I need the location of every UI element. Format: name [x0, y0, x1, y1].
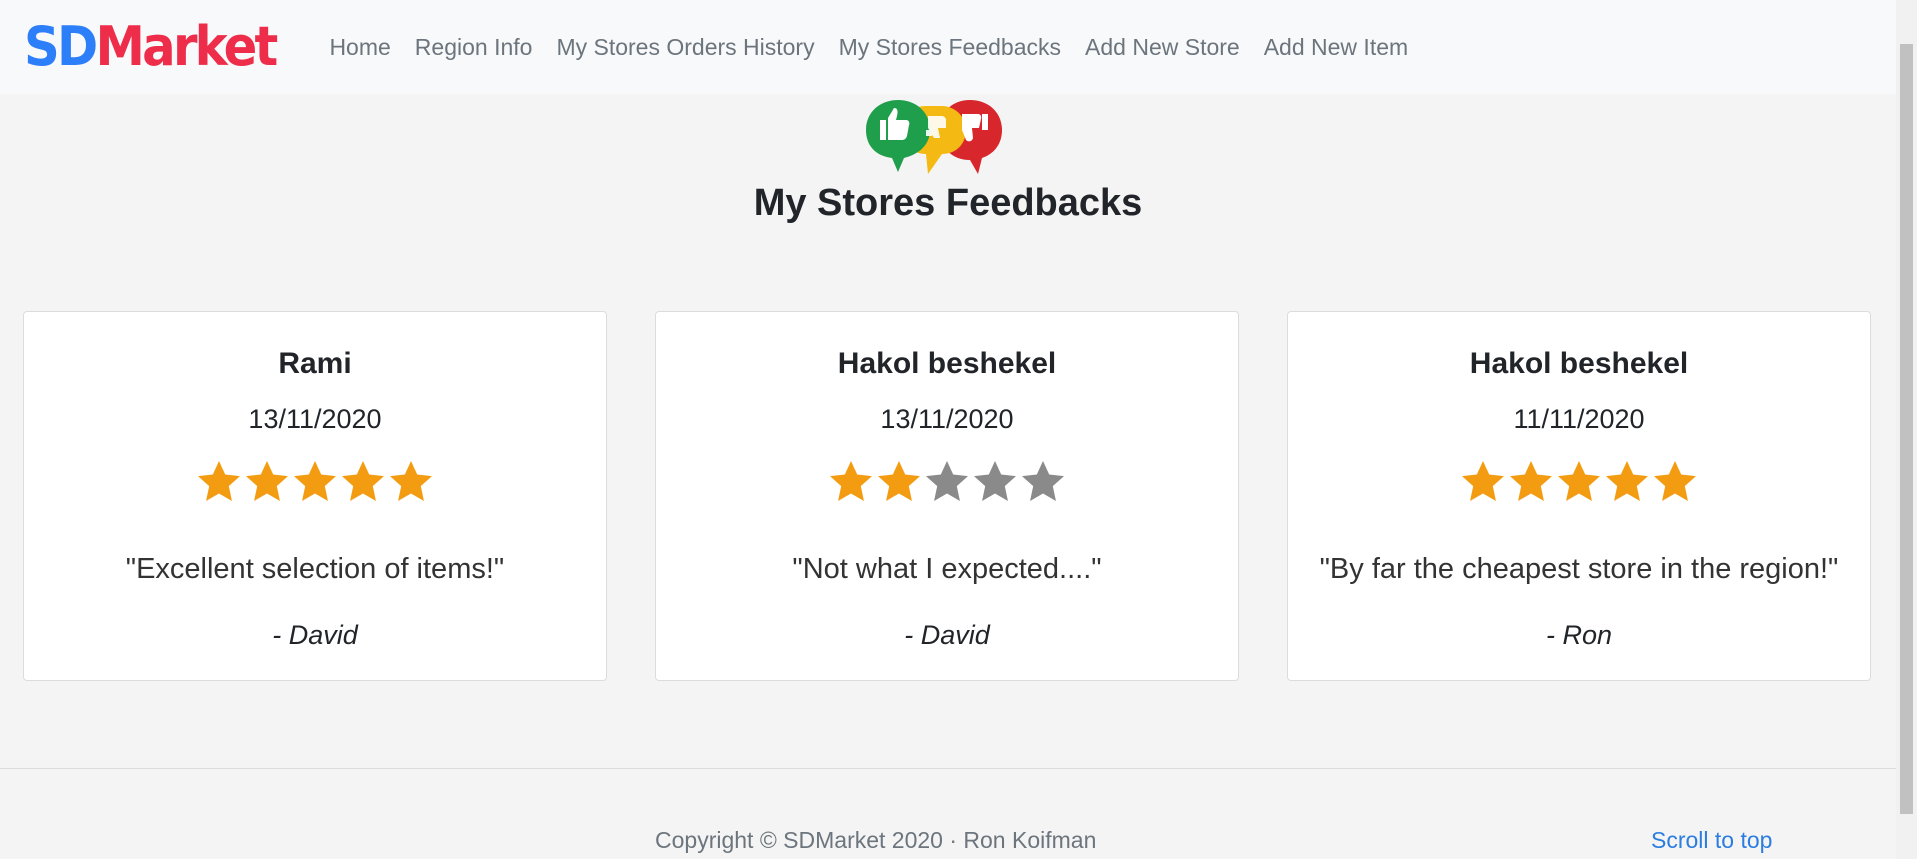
feedback-comment: "Excellent selection of items!": [125, 553, 505, 585]
nav-home[interactable]: Home: [317, 34, 402, 61]
store-name: Hakol beshekel: [1469, 347, 1689, 380]
feedback-card: Rami 13/11/2020 "Excellent selection of …: [23, 311, 607, 681]
nav-region-info[interactable]: Region Info: [403, 34, 545, 61]
footer-divider: [0, 768, 1896, 769]
nav-orders-history[interactable]: My Stores Orders History: [544, 34, 826, 61]
star-filled-icon: [1510, 461, 1552, 501]
top-navbar: SDMarket Home Region Info My Stores Orde…: [0, 0, 1896, 94]
brand-logo-sd: SD: [24, 15, 98, 78]
feedback-card: Hakol beshekel 11/11/2020 "By far the ch…: [1287, 311, 1871, 681]
store-name: Hakol beshekel: [837, 347, 1057, 380]
feedback-date: 13/11/2020: [248, 404, 382, 434]
star-rating: [24, 458, 606, 506]
star-filled-icon: [1606, 461, 1648, 501]
star-filled-icon: [342, 461, 384, 501]
star-empty-icon: [926, 461, 968, 501]
scrollbar-thumb[interactable]: [1900, 44, 1913, 814]
nav-add-store[interactable]: Add New Store: [1073, 34, 1252, 61]
nav-links: Home Region Info My Stores Orders Histor…: [317, 34, 1420, 61]
star-filled-icon: [198, 461, 240, 501]
feedback-author: - Ron: [1545, 620, 1613, 650]
star-rating: [1288, 458, 1870, 506]
brand-logo-market: Market: [95, 15, 279, 78]
star-filled-icon: [294, 461, 336, 501]
page-title: My Stores Feedbacks: [753, 182, 1143, 224]
feedback-bubbles-icon: [866, 100, 1002, 174]
star-filled-icon: [246, 461, 288, 501]
star-filled-icon: [1558, 461, 1600, 501]
feedback-card: Hakol beshekel 13/11/2020 "Not what I ex…: [655, 311, 1239, 681]
store-name: Rami: [278, 347, 352, 380]
brand-logo[interactable]: SDMarket: [24, 20, 278, 74]
star-empty-icon: [1022, 461, 1064, 501]
star-rating: [656, 458, 1238, 506]
star-filled-icon: [1462, 461, 1504, 501]
star-filled-icon: [830, 461, 872, 501]
star-filled-icon: [1654, 461, 1696, 501]
feedback-comment: "By far the cheapest store in the region…: [1319, 553, 1839, 585]
scroll-to-top-link[interactable]: Scroll to top: [1651, 827, 1772, 854]
star-filled-icon: [390, 461, 432, 501]
copyright-text: Copyright © SDMarket 2020 · Ron Koifman: [655, 827, 1097, 853]
feedback-date: 11/11/2020: [1513, 404, 1645, 434]
nav-feedbacks[interactable]: My Stores Feedbacks: [827, 34, 1073, 61]
star-filled-icon: [878, 461, 920, 501]
star-empty-icon: [974, 461, 1016, 501]
feedback-comment: "Not what I expected....": [792, 553, 1102, 585]
vertical-scrollbar[interactable]: [1896, 0, 1917, 859]
feedback-date: 13/11/2020: [880, 404, 1014, 434]
feedback-author: - David: [272, 620, 358, 650]
nav-add-item[interactable]: Add New Item: [1252, 34, 1420, 61]
feedback-author: - David: [904, 620, 990, 650]
